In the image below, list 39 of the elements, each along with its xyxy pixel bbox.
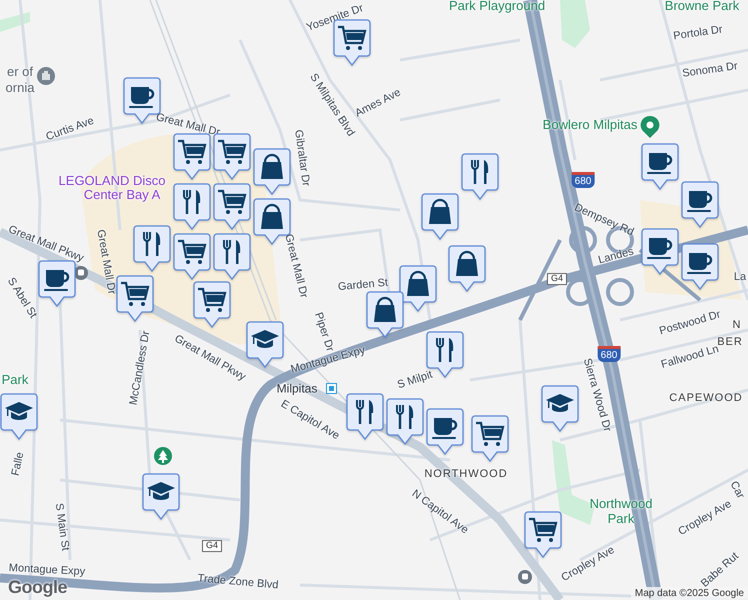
attraction-label: Center Bay A — [84, 188, 160, 202]
street-label: Piper Dr — [312, 310, 336, 354]
park-label: Park — [2, 372, 28, 388]
attraction-label: LEGOLAND Disco — [58, 174, 166, 188]
neighborhood-label: CAPEWOOD — [669, 392, 743, 404]
street-label: Montague Expy — [8, 562, 86, 578]
street-label: McCandless Dr — [128, 330, 152, 406]
county-road-shield: G4 — [547, 273, 567, 285]
street-label: Great Mall Dr — [94, 228, 118, 296]
place-label: er of — [7, 64, 33, 80]
street-label: Trade Zone Blvd — [197, 572, 279, 592]
neighborhood-label: N — [732, 318, 742, 332]
street-label: Garden St — [338, 276, 388, 294]
street-label: Great Mall Dr — [282, 232, 310, 300]
street-label: Falle — [10, 451, 26, 477]
street-label: Ames Ave — [353, 86, 403, 120]
neighborhood-label: NORTHWOOD — [424, 468, 508, 480]
street-label: Car — [728, 479, 746, 501]
street-label: La — [734, 270, 746, 284]
interstate-shield: 680 — [598, 346, 620, 362]
park-label: Browne Park — [664, 0, 740, 14]
street-label: Gibraltar Dr — [292, 129, 312, 187]
place-label: ornia — [6, 80, 34, 96]
street-label: Sonoma Dr — [682, 60, 738, 80]
street-label: S Milpit — [396, 368, 434, 392]
park-label: Park — [608, 512, 634, 526]
park-label: Northwood — [590, 496, 652, 512]
park-label: Bowlero Milpitas — [542, 118, 638, 132]
street-label: Portola Dr — [672, 24, 724, 42]
map-attribution: Map data ©2025 Google — [630, 587, 748, 600]
street-label: Landes — [597, 246, 635, 266]
station-label: Milpitas — [276, 382, 318, 396]
street-label: Curtis Ave — [44, 114, 96, 144]
county-road-shield: G4 — [202, 540, 222, 552]
street-label: Great Mall Pkwy — [6, 223, 86, 265]
park-label: Park Playground — [448, 0, 546, 14]
neighborhood-label: BER — [717, 336, 743, 348]
interstate-shield: 680 — [572, 172, 594, 188]
street-label: S Main St — [52, 502, 72, 552]
